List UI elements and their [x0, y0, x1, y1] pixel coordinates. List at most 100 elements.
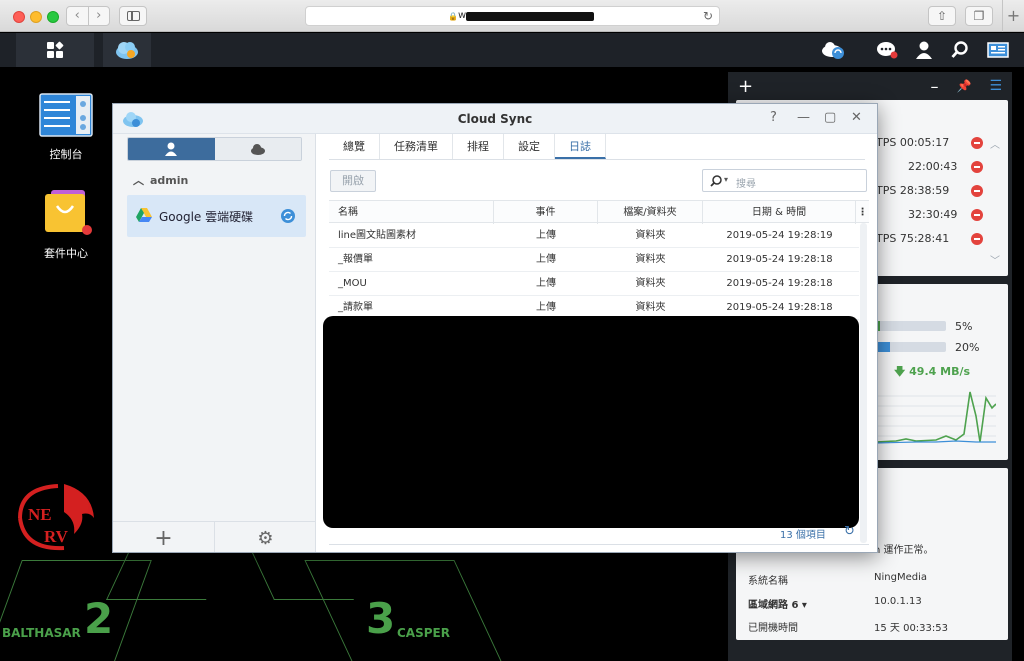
- maximize-icon[interactable]: ▢: [824, 110, 836, 125]
- user-icon[interactable]: [907, 33, 941, 67]
- help-icon[interactable]: ?: [770, 110, 777, 125]
- lan-selector[interactable]: 區域網路 6 ▾: [748, 596, 807, 611]
- table-row[interactable]: _MOU 上傳 資料夾 2019-05-24 19:28:18: [329, 272, 859, 296]
- table-row[interactable]: _報價單 上傳 資料夾 2019-05-24 19:28:18: [329, 248, 859, 272]
- ram-bar: [876, 342, 946, 352]
- info-value: 15 天 00:33:53: [874, 623, 948, 634]
- search-dropdown-icon[interactable]: ▾: [724, 175, 728, 184]
- cell-event: 上傳: [536, 230, 556, 241]
- open-button[interactable]: 開啟: [330, 170, 376, 192]
- address-bar[interactable]: 🔒 w ↻: [305, 6, 720, 26]
- sync-status-icon: [281, 209, 295, 223]
- window-titlebar[interactable]: Cloud Sync ? — ▢ ✕: [113, 104, 877, 134]
- taskbar-cloud-sync[interactable]: [103, 33, 151, 67]
- scroll-up-icon[interactable]: ︿: [990, 136, 1000, 151]
- panel-settings-icon[interactable]: ☰: [989, 78, 1002, 94]
- item-count: 13 個項目: [780, 530, 826, 541]
- close-icon[interactable]: ✕: [851, 110, 862, 125]
- main-menu-button[interactable]: [16, 33, 94, 67]
- new-tab-button[interactable]: +: [1002, 0, 1024, 32]
- cpu-percent: 5%: [955, 320, 973, 333]
- control-panel-icon: [39, 93, 93, 137]
- notifications-icon[interactable]: [870, 33, 904, 67]
- kick-connection-icon[interactable]: [971, 161, 983, 173]
- cell-datetime: 2019-05-24 19:28:18: [726, 254, 833, 265]
- sidebar-toggle-button[interactable]: [119, 6, 147, 26]
- cell-type: 資料夾: [635, 230, 666, 241]
- network-speed: 🡇 49.4 MB/s: [894, 363, 970, 382]
- reload-icon[interactable]: ↻: [703, 9, 713, 23]
- widget-panel-header: + – 📌 ☰: [728, 72, 1012, 100]
- add-widget-icon[interactable]: +: [738, 76, 753, 97]
- tab-schedule[interactable]: 排程: [453, 134, 504, 159]
- tab-task-list[interactable]: 任務清單: [380, 134, 453, 159]
- settings-gear-icon[interactable]: ⚙: [215, 522, 316, 552]
- column-type[interactable]: 檔案/資料夾: [598, 201, 703, 224]
- scroll-down-icon[interactable]: ﹀: [990, 252, 1000, 267]
- user-view-tab[interactable]: [128, 138, 215, 160]
- column-datetime[interactable]: 日期 & 時間: [703, 201, 856, 224]
- cell-name: _報價單: [338, 254, 373, 265]
- minimize-window-button[interactable]: [30, 11, 42, 23]
- info-label: 系統名稱: [748, 576, 788, 587]
- desktop-icon-package-center[interactable]: 套件中心: [31, 188, 101, 261]
- search-input[interactable]: ▾ 搜尋: [702, 169, 867, 192]
- forward-icon[interactable]: ›: [89, 7, 110, 25]
- magi-casper-number: 3: [366, 594, 396, 643]
- pin-icon[interactable]: 📌: [956, 79, 971, 93]
- tab-overview[interactable]: 總覽: [329, 134, 380, 159]
- column-name[interactable]: 名稱: [329, 201, 494, 224]
- connection-item-google-drive[interactable]: Google 雲端硬碟: [127, 195, 306, 237]
- connection-time: 32:30:49: [908, 208, 958, 221]
- tab-log[interactable]: 日誌: [555, 134, 606, 159]
- desktop-icon-control-panel[interactable]: 控制台: [31, 93, 101, 162]
- window-title: Cloud Sync: [457, 112, 533, 126]
- column-menu-icon[interactable]: ⋮: [856, 201, 869, 224]
- footer-divider: [329, 544, 869, 545]
- minimize-panel-icon[interactable]: –: [930, 77, 938, 96]
- cell-name: line圖文貼圖素材: [338, 230, 417, 241]
- account-group-header[interactable]: ︿ admin: [133, 172, 188, 188]
- zoom-window-button[interactable]: [47, 11, 59, 23]
- log-panel: 總覽 任務清單 排程 設定 日誌 開啟 ▾ 搜尋 名稱 事件 檔案/資料夾 日期…: [317, 134, 877, 552]
- minimize-icon[interactable]: —: [797, 110, 810, 125]
- connection-time: TPS 00:05:17: [876, 136, 950, 149]
- account-name: admin: [150, 174, 189, 187]
- table-row[interactable]: line圖文貼圖素材 上傳 資料夾 2019-05-24 19:28:19: [329, 224, 859, 248]
- cell-event: 上傳: [536, 254, 556, 265]
- sidebar-icon: [127, 11, 140, 21]
- tab-bar: 總覽 任務清單 排程 設定 日誌: [329, 134, 865, 160]
- search-placeholder: 搜尋: [736, 179, 756, 190]
- cloud-sync-status-icon[interactable]: [816, 33, 850, 67]
- share-button[interactable]: ⇧: [928, 6, 956, 26]
- kick-connection-icon[interactable]: [971, 137, 983, 149]
- close-window-button[interactable]: [13, 11, 25, 23]
- column-event[interactable]: 事件: [494, 201, 598, 224]
- tabs-overview-button[interactable]: ❐: [965, 6, 993, 26]
- search-icon: [710, 175, 722, 187]
- user-icon: [165, 142, 178, 156]
- table-scrollbar[interactable]: [860, 223, 867, 543]
- redacted-area: [323, 316, 859, 528]
- magi-casper-label: CASPER: [397, 626, 450, 640]
- cloud-sync-window: Cloud Sync ? — ▢ ✕ ︿ admin Google 雲端硬碟 +…: [112, 103, 878, 553]
- cpu-bar: [876, 321, 946, 331]
- back-icon[interactable]: ‹: [67, 7, 89, 25]
- cloud-view-tab[interactable]: [214, 138, 301, 160]
- refresh-icon[interactable]: ↻: [844, 524, 855, 539]
- add-connection-button[interactable]: +: [113, 522, 215, 552]
- tab-settings[interactable]: 設定: [504, 134, 555, 159]
- kick-connection-icon[interactable]: [971, 185, 983, 197]
- download-arrow-icon: 🡇: [894, 365, 906, 378]
- health-status: n 運作正常。: [874, 545, 934, 556]
- kick-connection-icon[interactable]: [971, 233, 983, 245]
- kick-connection-icon[interactable]: [971, 209, 983, 221]
- cell-type: 資料夾: [635, 278, 666, 289]
- url-redaction: [466, 12, 594, 21]
- cloud-sync-app-icon: [116, 42, 138, 59]
- ram-percent: 20%: [955, 341, 980, 354]
- search-icon[interactable]: [943, 33, 977, 67]
- widgets-toggle-icon[interactable]: [981, 33, 1015, 67]
- history-nav: ‹ ›: [66, 6, 110, 26]
- sidebar-footer: + ⚙: [113, 521, 316, 552]
